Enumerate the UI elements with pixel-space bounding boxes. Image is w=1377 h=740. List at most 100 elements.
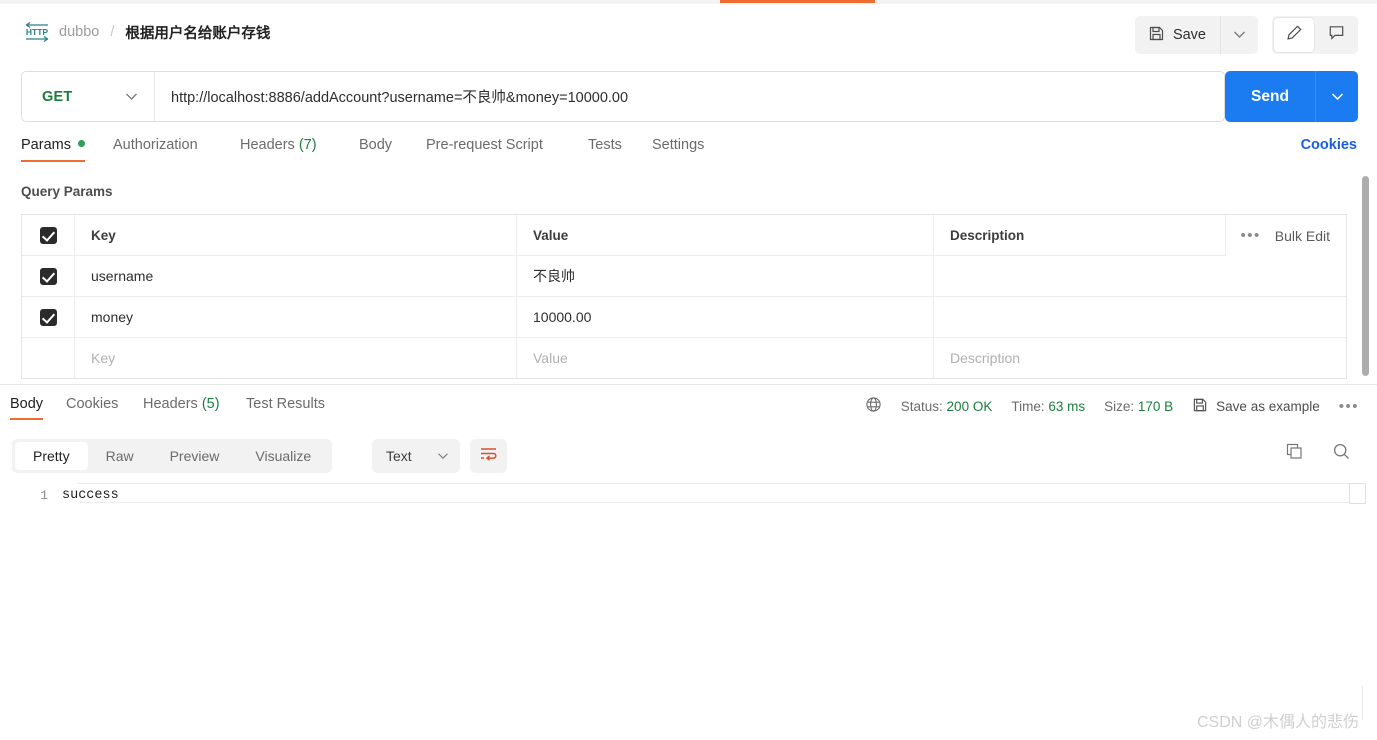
view-mode-pretty[interactable]: Pretty — [15, 442, 88, 470]
breadcrumb: HTTP dubbo / 根据用户名给账户存钱 — [24, 21, 270, 43]
postman-window: HTTP dubbo / 根据用户名给账户存钱 Save GET http://… — [0, 0, 1377, 740]
save-button-group: Save — [1134, 16, 1258, 54]
query-params-title: Query Params — [21, 184, 113, 199]
response-tab-headers-count: (5) — [201, 396, 220, 412]
response-size: Size: 170 B — [1104, 399, 1173, 414]
tab-tests[interactable]: Tests — [588, 137, 622, 153]
view-mode-preview[interactable]: Preview — [152, 442, 238, 470]
column-header-key: Key — [75, 215, 517, 255]
request-header: HTTP dubbo / 根据用户名给账户存钱 Save — [0, 4, 1377, 62]
save-as-example-label: Save as example — [1216, 398, 1320, 414]
response-tab-headers-label: Headers — [143, 396, 198, 412]
response-more-options-icon[interactable]: ••• — [1339, 398, 1359, 415]
row-description[interactable] — [934, 297, 1346, 337]
tab-settings[interactable]: Settings — [652, 137, 704, 153]
row-checkbox[interactable] — [39, 267, 57, 285]
chevron-down-icon — [1233, 26, 1246, 44]
copy-icon[interactable] — [1285, 442, 1304, 466]
tab-body[interactable]: Body — [359, 137, 392, 153]
editor-scrollbar[interactable] — [1349, 483, 1366, 504]
tab-headers[interactable]: Headers (7) — [240, 137, 317, 153]
tab-authorization[interactable]: Authorization — [113, 137, 198, 153]
size-value: 170 B — [1137, 398, 1174, 414]
comment-icon — [1328, 24, 1345, 46]
bulk-edit-button[interactable]: Bulk Edit — [1275, 228, 1330, 244]
row-key[interactable]: money — [75, 297, 517, 337]
globe-icon — [865, 396, 882, 416]
response-body-area: 1 success — [0, 481, 1377, 740]
line-number: 1 — [40, 487, 48, 503]
size-label: Size: — [1104, 398, 1135, 414]
word-wrap-button[interactable] — [470, 439, 507, 473]
status-code: Status: 200 OK — [901, 399, 993, 414]
cookies-link[interactable]: Cookies — [1301, 137, 1357, 153]
row-key[interactable]: username — [75, 256, 517, 296]
save-label: Save — [1172, 27, 1206, 43]
params-scrollbar[interactable] — [1362, 176, 1369, 376]
query-params-table: Key Value Description ••• Bulk Edit user… — [21, 214, 1347, 379]
new-row-key-input[interactable]: Key — [75, 338, 517, 378]
response-format-label: Text — [386, 448, 412, 464]
tab-active-underline — [21, 160, 85, 162]
send-button-group: Send — [1225, 71, 1358, 122]
chevron-down-icon — [1331, 88, 1344, 106]
response-tab-body-label: Body — [10, 396, 44, 412]
tab-body-label: Body — [359, 137, 393, 153]
new-row-description-input[interactable]: Description — [934, 338, 1346, 378]
http-protocol-icon: HTTP — [24, 21, 50, 43]
send-options-button[interactable] — [1315, 71, 1358, 122]
row-checkbox[interactable] — [39, 308, 57, 326]
tab-pre-request-script-label: Pre-request Script — [426, 137, 543, 153]
save-options-button[interactable] — [1220, 16, 1258, 54]
request-title[interactable]: 根据用户名给账户存钱 — [125, 22, 270, 43]
save-button[interactable]: Save — [1135, 16, 1220, 54]
more-options-icon[interactable]: ••• — [1240, 227, 1260, 244]
column-header-value: Value — [517, 215, 934, 255]
row-description[interactable] — [934, 256, 1346, 296]
http-method-selector[interactable]: GET — [22, 72, 155, 121]
comment-button[interactable] — [1316, 18, 1356, 52]
search-icon[interactable] — [1332, 442, 1351, 466]
watermark-divider — [1362, 686, 1363, 720]
status-value: 200 OK — [946, 398, 993, 414]
response-tab-headers[interactable]: Headers (5) — [143, 396, 220, 412]
save-as-example-button[interactable]: Save as example — [1192, 397, 1320, 416]
watermark: CSDN @木偶人的悲伤 — [1196, 714, 1359, 731]
row-checkbox-cell — [22, 338, 75, 378]
table-row: username 不良帅 — [22, 256, 1346, 297]
code-line: 1 success — [0, 484, 1377, 506]
select-all-checkbox[interactable] — [39, 226, 57, 244]
response-tab-cookies[interactable]: Cookies — [66, 396, 118, 412]
row-value[interactable]: 不良帅 — [517, 256, 934, 296]
table-header-row: Key Value Description ••• Bulk Edit — [22, 215, 1346, 256]
tab-settings-label: Settings — [652, 137, 705, 153]
table-row: money 10000.00 — [22, 297, 1346, 338]
view-mode-visualize[interactable]: Visualize — [237, 442, 329, 470]
response-tab-test-results-label: Test Results — [246, 396, 325, 412]
response-tab-test-results[interactable]: Test Results — [246, 396, 325, 412]
response-body-text[interactable]: success — [62, 488, 1377, 503]
response-tab-cookies-label: Cookies — [66, 396, 119, 412]
url-input[interactable]: http://localhost:8886/addAccount?usernam… — [155, 86, 1224, 107]
breadcrumb-collection[interactable]: dubbo — [59, 24, 99, 40]
floppy-disk-icon — [1148, 25, 1165, 46]
breadcrumb-separator: / — [110, 24, 115, 40]
select-all-cell — [22, 215, 75, 255]
new-row-value-input[interactable]: Value — [517, 338, 934, 378]
response-status-bar: Status: 200 OK Time: 63 ms Size: 170 B S… — [865, 396, 1359, 416]
tab-params[interactable]: Params — [21, 137, 85, 162]
row-checkbox-cell — [22, 297, 75, 337]
svg-text:HTTP: HTTP — [26, 27, 49, 37]
response-format-selector[interactable]: Text — [372, 439, 460, 473]
header-icon-group — [1272, 16, 1358, 54]
response-view-modes: Pretty Raw Preview Visualize — [12, 439, 333, 473]
chevron-down-icon — [125, 88, 138, 106]
response-tab-body[interactable]: Body — [10, 396, 44, 420]
floppy-disk-icon — [1192, 397, 1208, 416]
send-button[interactable]: Send — [1225, 71, 1315, 122]
view-mode-raw[interactable]: Raw — [88, 442, 152, 470]
tab-headers-label: Headers — [240, 137, 295, 153]
edit-button[interactable] — [1274, 18, 1314, 52]
tab-pre-request-script[interactable]: Pre-request Script — [426, 137, 543, 153]
row-value[interactable]: 10000.00 — [517, 297, 934, 337]
